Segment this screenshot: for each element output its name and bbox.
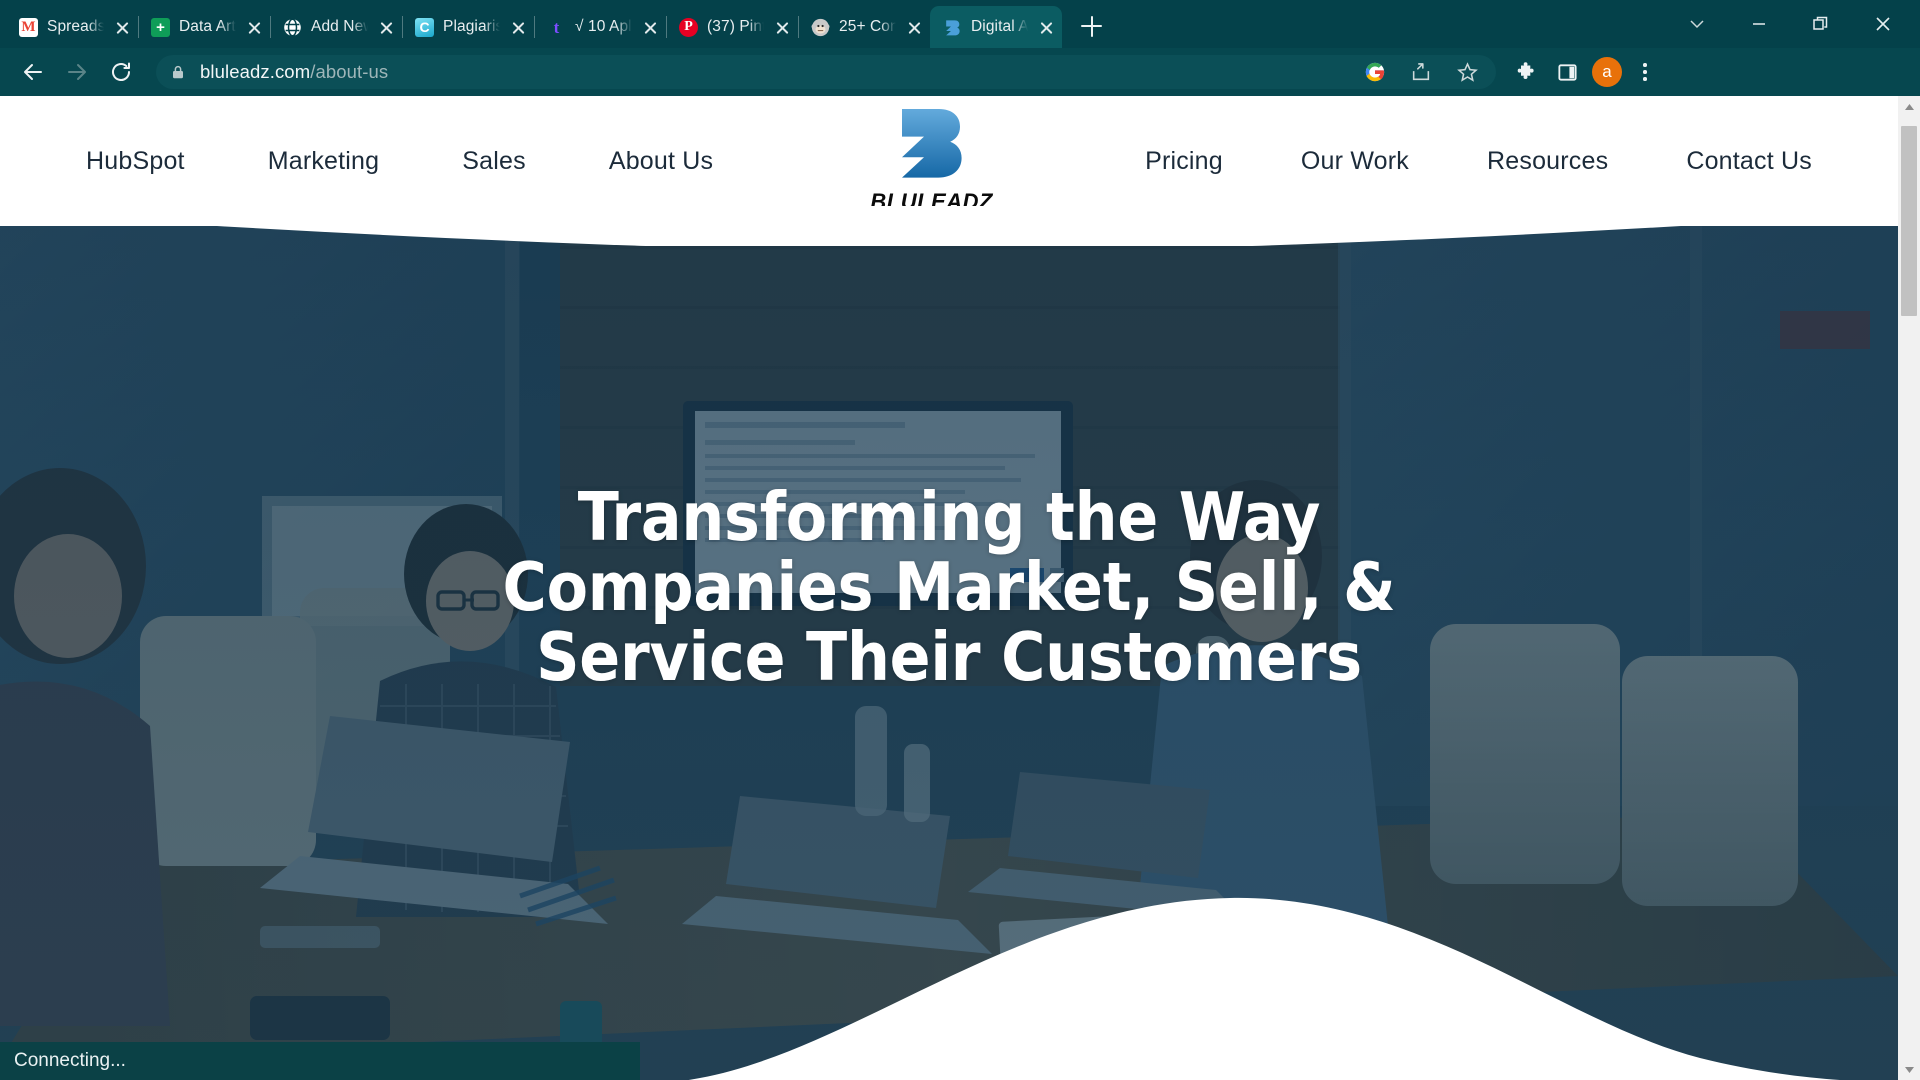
browser-tab-active[interactable]: Digital Agen — [930, 6, 1062, 48]
header-curve — [0, 206, 1898, 246]
nav-item-sales[interactable]: Sales — [462, 147, 526, 176]
browser-menu-icon[interactable] — [1628, 53, 1662, 91]
tab-title: √ 10 Aplika — [575, 18, 632, 35]
minimize-icon[interactable] — [1728, 0, 1790, 48]
browser-tab[interactable]: 25+ Contoh — [798, 6, 931, 48]
side-panel-icon[interactable] — [1548, 53, 1586, 91]
browser-toolbar: bluleadz.com/about-us a — [0, 48, 1920, 96]
omnibox-actions — [1360, 57, 1482, 87]
url-text: bluleadz.com/about-us — [200, 61, 388, 83]
browser-window: M Spreadshee + Data Artikel Add New P C … — [0, 0, 1920, 1080]
copyscape-icon: C — [415, 17, 434, 37]
close-window-icon[interactable] — [1852, 0, 1914, 48]
window-controls — [1666, 0, 1920, 48]
nav-group-right: Pricing Our Work Resources Contact Us — [1067, 147, 1812, 176]
browser-tab[interactable]: t √ 10 Aplika — [534, 6, 667, 48]
browser-tab[interactable]: Add New P — [270, 6, 403, 48]
chevron-down-icon[interactable] — [1666, 0, 1728, 48]
nav-item-resources[interactable]: Resources — [1487, 147, 1608, 176]
tab-title: Data Artikel — [179, 18, 236, 35]
wordpress-globe-icon — [283, 17, 302, 37]
headline-line-1: Transforming the Way — [577, 478, 1321, 556]
page-title: Transforming the Way Companies Market, S… — [40, 482, 1858, 692]
lock-icon — [170, 64, 186, 80]
sheets-icon: + — [151, 17, 170, 37]
avatar-letter: a — [1592, 57, 1622, 87]
close-tab-icon[interactable] — [905, 18, 924, 37]
gmail-icon: M — [19, 17, 38, 37]
url-domain: bluleadz.com — [200, 61, 311, 82]
restore-icon[interactable] — [1790, 0, 1852, 48]
nav-item-marketing[interactable]: Marketing — [268, 147, 380, 176]
tab-title: Plagiarism C — [443, 18, 500, 35]
url-path: /about-us — [310, 61, 389, 82]
browser-tab[interactable]: C Plagiarism C — [402, 6, 535, 48]
headline-line-3: Service Their Customers — [536, 618, 1362, 696]
browser-tab[interactable]: M Spreadshee — [6, 6, 139, 48]
tab-title: 25+ Contoh — [839, 18, 896, 35]
status-bar: Connecting... — [0, 1042, 640, 1080]
close-tab-icon[interactable] — [245, 18, 264, 37]
back-button-icon[interactable] — [12, 51, 54, 93]
kebab-dots — [1632, 63, 1658, 81]
status-text: Connecting... — [14, 1050, 126, 1071]
scroll-down-icon[interactable] — [1898, 1058, 1920, 1080]
extensions-icon[interactable] — [1508, 53, 1546, 91]
reload-button-icon[interactable] — [100, 51, 142, 93]
close-tab-icon[interactable] — [113, 18, 132, 37]
share-icon[interactable] — [1406, 57, 1436, 87]
site-logo[interactable]: BLULEADZ — [870, 107, 992, 215]
close-tab-icon[interactable] — [1037, 18, 1056, 37]
pinterest-icon: P — [679, 17, 698, 37]
nav-item-contact-us[interactable]: Contact Us — [1686, 147, 1812, 176]
close-tab-icon[interactable] — [377, 18, 396, 37]
tab-title: Spreadshee — [47, 18, 104, 35]
tab-strip: M Spreadshee + Data Artikel Add New P C … — [0, 0, 1920, 48]
tumblr-icon: t — [553, 17, 560, 37]
nav-item-about-us[interactable]: About Us — [609, 147, 713, 176]
nav-item-hubspot[interactable]: HubSpot — [86, 147, 185, 176]
browser-tab[interactable]: P (37) Pintere — [666, 6, 799, 48]
site-nav: HubSpot Marketing Sales About Us BLULEAD… — [0, 101, 1898, 221]
page-scrollbar[interactable] — [1898, 96, 1920, 1080]
tab-title: Add New P — [311, 18, 368, 35]
nav-item-our-work[interactable]: Our Work — [1301, 147, 1409, 176]
scroll-up-icon[interactable] — [1898, 96, 1920, 118]
avatar[interactable]: a — [1588, 53, 1626, 91]
google-lens-icon[interactable] — [1360, 57, 1390, 87]
hero-heading-block: Transforming the Way Companies Market, S… — [0, 482, 1898, 692]
address-bar[interactable]: bluleadz.com/about-us — [156, 55, 1496, 89]
scroll-thumb[interactable] — [1901, 126, 1917, 316]
browser-tab[interactable]: + Data Artikel — [138, 6, 271, 48]
tab-title: (37) Pintere — [707, 18, 764, 35]
close-tab-icon[interactable] — [773, 18, 792, 37]
monkey-icon — [811, 18, 830, 37]
headline-line-2: Companies Market, Sell, & — [502, 548, 1396, 626]
nav-item-pricing[interactable]: Pricing — [1145, 147, 1223, 176]
page-viewport: Transforming the Way Companies Market, S… — [0, 96, 1920, 1080]
bluleadz-b-logo — [901, 109, 962, 178]
close-tab-icon[interactable] — [641, 18, 660, 37]
tab-title: Digital Agen — [971, 18, 1028, 35]
close-tab-icon[interactable] — [509, 18, 528, 37]
bookmark-star-icon[interactable] — [1452, 57, 1482, 87]
bluleadz-icon — [943, 18, 962, 37]
new-tab-button[interactable] — [1072, 7, 1110, 45]
forward-button-icon[interactable] — [56, 51, 98, 93]
nav-group-left: HubSpot Marketing Sales About Us — [86, 147, 796, 176]
